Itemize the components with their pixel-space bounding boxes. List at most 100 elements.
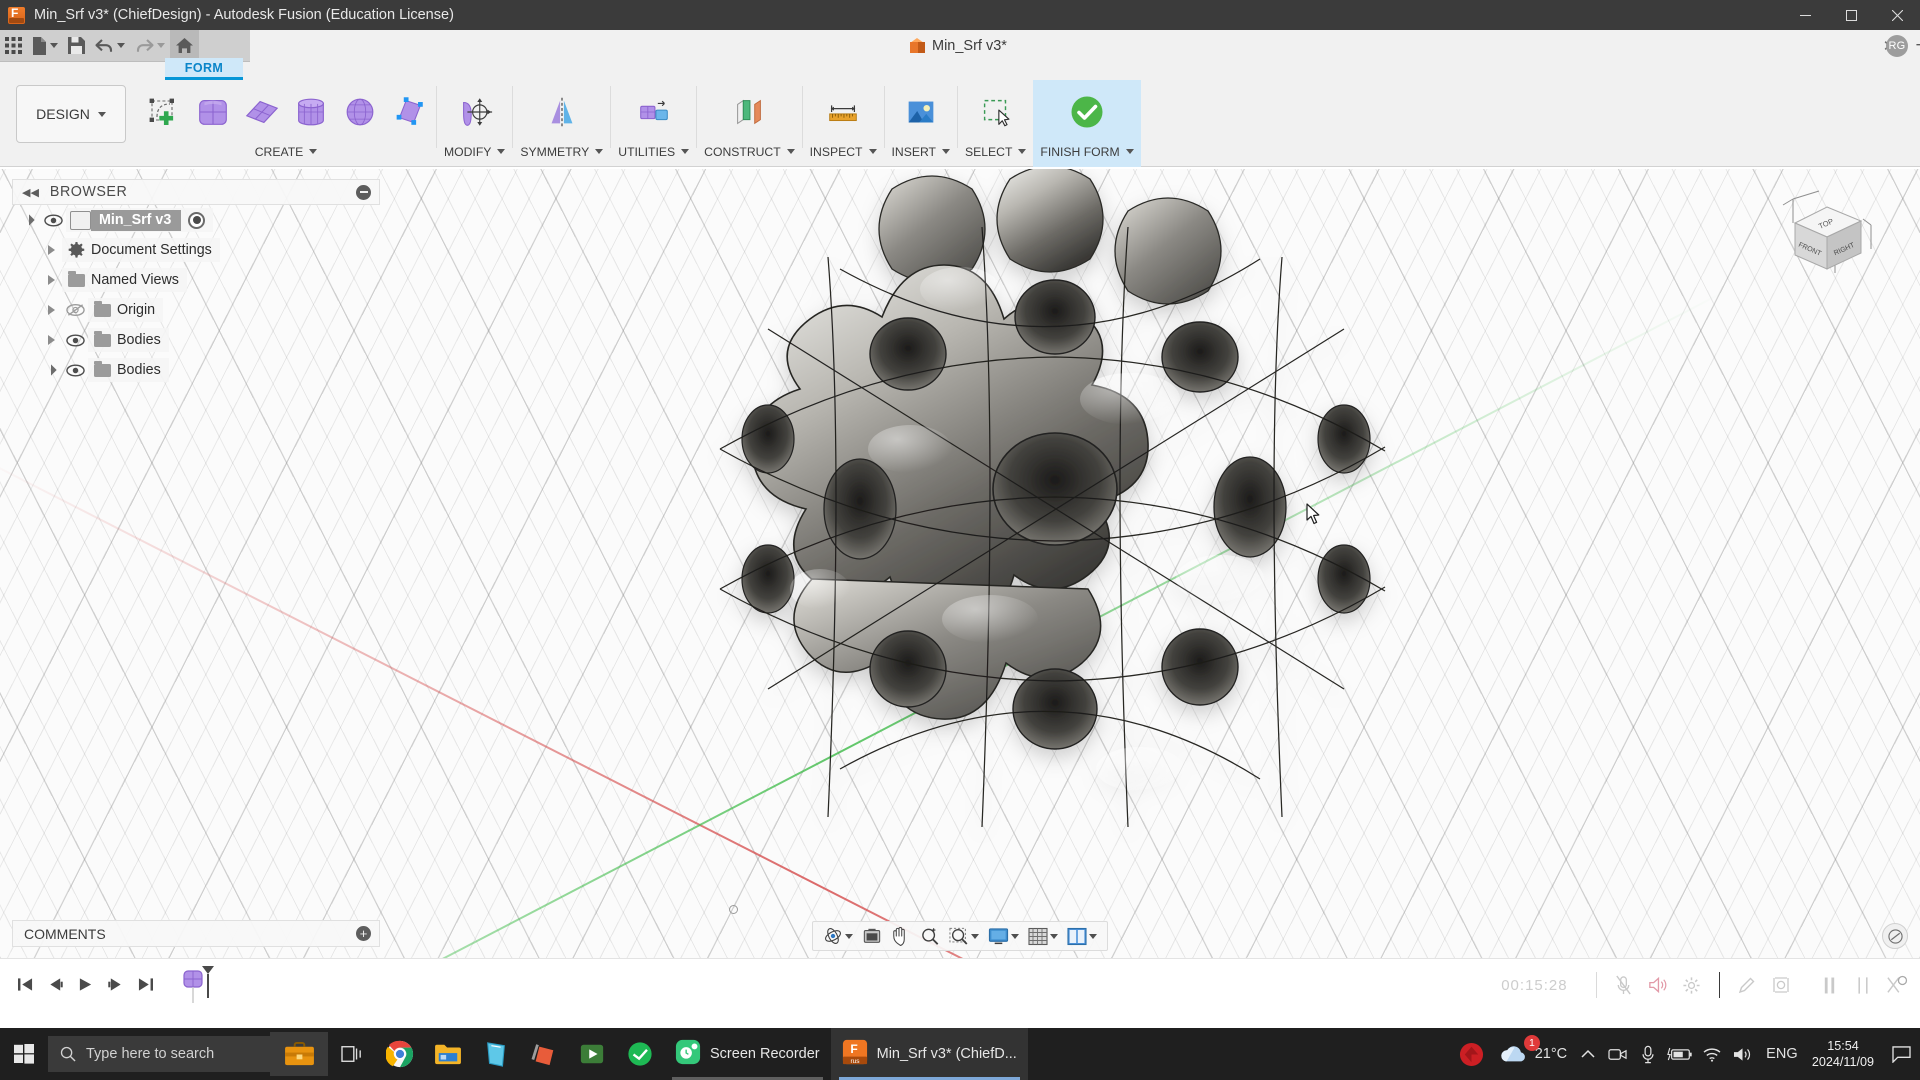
undo-icon[interactable] [90,30,130,62]
timeline-feature-marker[interactable] [182,965,216,1005]
sphere-button[interactable] [336,86,383,138]
mirror-button[interactable] [538,86,585,138]
tree-item-bodies[interactable]: Bodies [12,325,380,355]
taskbar-app-fusion[interactable]: Frus Min_Srf v3* (ChiefD... [830,1028,1028,1080]
hand-icon[interactable] [887,923,915,949]
insert-image-button[interactable] [897,86,944,138]
editor-icon[interactable] [520,1028,568,1080]
recorder-settings-gear-icon[interactable] [1675,970,1709,1000]
ribbon-group-label-create[interactable]: CREATE [136,138,436,165]
clock[interactable]: 15:54 2024/11/09 [1806,1038,1884,1070]
ribbon-group-label-utilities[interactable]: UTILITIES [611,138,696,165]
chrome-icon[interactable] [376,1028,424,1080]
ribbon-group-label-select[interactable]: SELECT [958,138,1033,165]
model-triply-periodic-minimal-surface[interactable] [660,169,1420,909]
search-input[interactable]: Type here to search [48,1036,270,1072]
viewports-icon[interactable] [1063,923,1101,949]
activate-component-radio[interactable] [188,211,206,229]
pause-icon[interactable] [1812,970,1846,1000]
row-chip[interactable]: Document Settings [62,238,220,262]
camera-icon[interactable] [1764,970,1798,1000]
new-tab-icon[interactable]: + [1910,35,1920,57]
volume-icon[interactable] [1728,1028,1758,1080]
ribbon-group-label-inspect[interactable]: INSPECT [803,138,884,165]
language-indicator[interactable]: ENG [1760,1028,1804,1080]
monitor-icon[interactable] [984,923,1023,949]
tree-item-named-views[interactable]: Named Views [12,265,380,295]
file-explorer-icon[interactable] [424,1028,472,1080]
weather-widget[interactable]: 1 21°C [1494,1028,1572,1080]
finish-form-button[interactable] [1064,86,1111,138]
briefcase-icon[interactable] [270,1032,328,1076]
messenger-icon[interactable] [616,1028,664,1080]
expand-toggle[interactable] [40,305,62,315]
close-button[interactable] [1874,0,1920,30]
new-document-icon[interactable] [27,30,63,62]
face-button[interactable] [385,86,432,138]
cylinder-button[interactable] [287,86,334,138]
visibility-eye-icon[interactable] [62,359,88,381]
minus-icon[interactable] [356,184,371,200]
skip-forward-icon[interactable] [130,970,160,1000]
save-icon[interactable] [63,30,90,62]
play-icon[interactable] [70,970,100,1000]
row-chip[interactable]: Named Views [62,268,187,292]
box-button[interactable] [189,86,236,138]
tree-item-bodies-expanded[interactable]: Bodies [12,355,380,385]
minimize-button[interactable] [1782,0,1828,30]
chevron-up-icon[interactable] [1574,1028,1602,1080]
zoom-in-icon[interactable] [916,923,944,949]
workspace-switcher[interactable]: DESIGN [16,85,126,143]
step-back-icon[interactable] [40,970,70,1000]
add-comment-icon[interactable]: + [356,926,371,941]
wifi-icon[interactable] [1698,1028,1726,1080]
viewport-canvas[interactable]: ◀◀ BROWSER Min_Srf v3 Document Settings … [0,169,1920,959]
zoom-window-icon[interactable] [945,923,983,949]
ribbon-group-label-finish-form[interactable]: FINISH FORM [1033,138,1140,165]
row-chip[interactable]: Bodies [88,328,169,352]
row-chip[interactable]: Bodies [88,358,169,382]
display-mode-button[interactable] [630,86,677,138]
tree-item-origin[interactable]: Origin [12,295,380,325]
row-chip[interactable]: Origin [88,298,164,322]
autodesk-tray-icon[interactable] [1452,1028,1492,1080]
ribbon-group-label-symmetry[interactable]: SYMMETRY [513,138,610,165]
create-form-button[interactable] [140,86,187,138]
collapse-panel-icon[interactable]: ◀◀ [22,186,39,199]
measure-button[interactable] [820,86,867,138]
plane-button[interactable] [238,86,285,138]
task-view-icon[interactable] [328,1028,376,1080]
tree-item-document-settings[interactable]: Document Settings [12,235,380,265]
skip-back-icon[interactable] [10,970,40,1000]
app-grid-icon[interactable] [0,30,27,62]
look-at-icon[interactable] [858,923,886,949]
tree-item-root[interactable]: Min_Srf v3 [12,205,380,235]
store-icon[interactable] [472,1028,520,1080]
view-badge-icon[interactable] [1882,923,1908,949]
home-icon[interactable] [170,29,199,62]
taskbar-app-screen-recorder[interactable]: Screen Recorder [664,1028,831,1080]
maximize-button[interactable] [1828,0,1874,30]
mic-tray-icon[interactable] [1634,1028,1662,1080]
speaker-icon[interactable] [1641,970,1675,1000]
pen-icon[interactable] [1730,970,1764,1000]
ribbon-group-label-modify[interactable]: MODIFY [437,138,512,165]
viewcube[interactable]: TOP FRONT RIGHT [1775,185,1880,285]
visibility-eye-off-icon[interactable] [62,299,88,321]
notification-center-icon[interactable] [1886,1028,1916,1080]
select-button[interactable] [972,86,1019,138]
edit-form-button[interactable] [451,86,498,138]
battery-icon[interactable] [1664,1028,1696,1080]
browser-header[interactable]: ◀◀ BROWSER [12,179,380,205]
ribbon-group-label-construct[interactable]: CONSTRUCT [697,138,802,165]
comments-panel[interactable]: COMMENTS + [12,920,380,947]
visibility-eye-icon[interactable] [40,209,66,231]
expand-toggle[interactable] [40,364,62,376]
expand-toggle[interactable] [40,275,62,285]
camera-tray-icon[interactable] [1604,1028,1632,1080]
close-recorder-icon[interactable] [1880,970,1914,1000]
stop-icon[interactable] [1846,970,1880,1000]
orbit-icon[interactable] [819,923,857,949]
media-icon[interactable] [568,1028,616,1080]
expand-toggle[interactable] [40,245,62,255]
